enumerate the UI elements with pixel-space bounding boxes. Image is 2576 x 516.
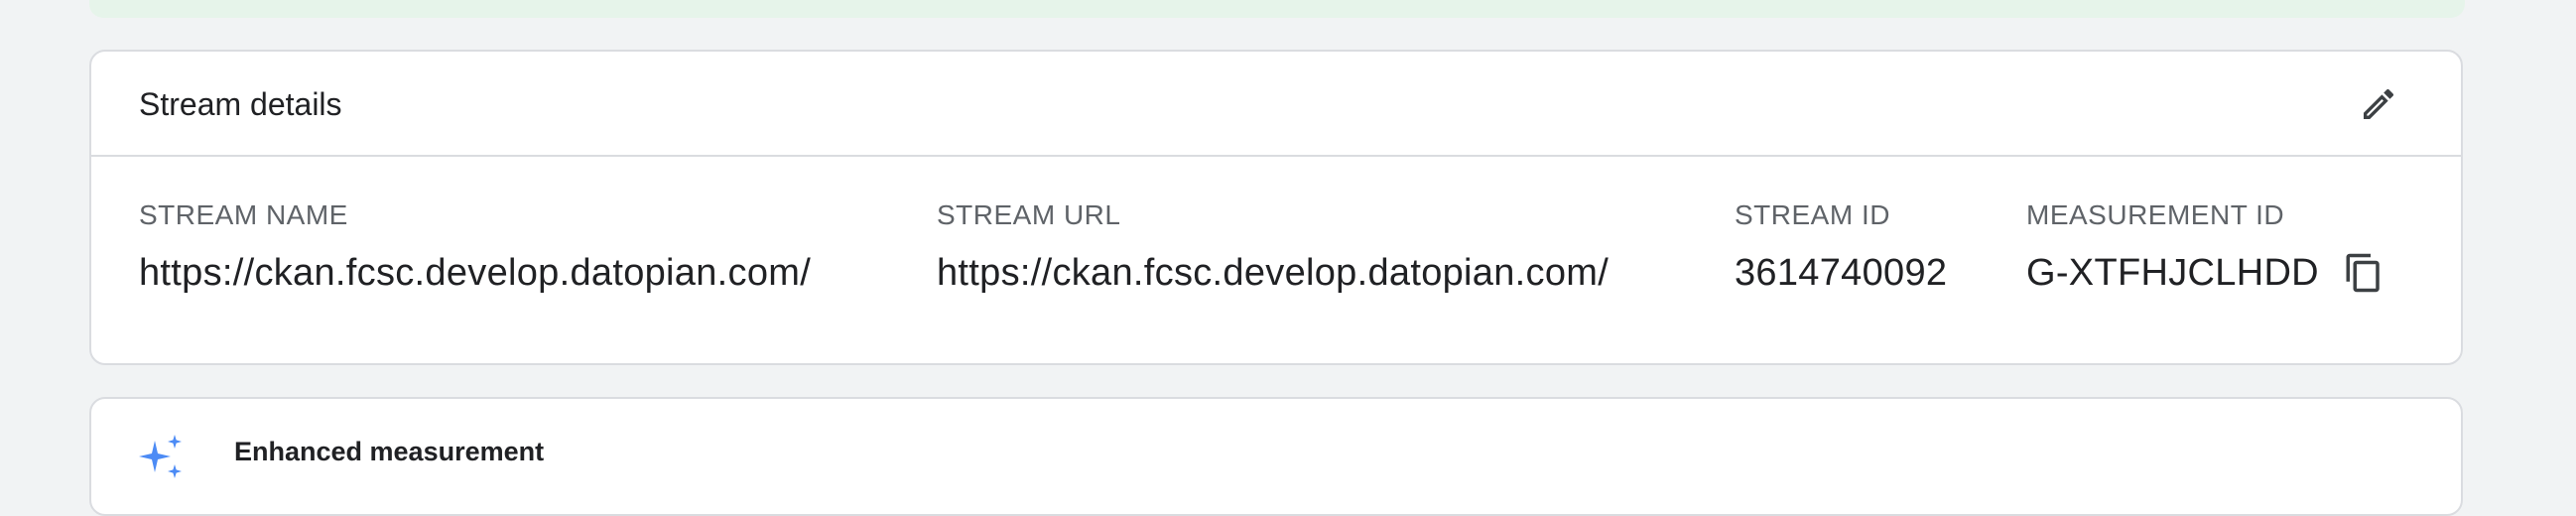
enhanced-measurement-card[interactable]: Enhanced measurement: [89, 397, 2463, 516]
stream-url-value: https://ckan.fcsc.develop.datopian.com/: [937, 252, 1610, 294]
stream-details-header: Stream details: [91, 52, 2461, 157]
edit-button[interactable]: [2352, 77, 2405, 131]
measurement-id-field: MEASUREMENT ID G-XTFHJCLHDD: [2026, 198, 2386, 296]
stream-url-field: STREAM URL https://ckan.fcsc.develop.dat…: [937, 198, 1609, 296]
stream-id-value: 3614740092: [1735, 252, 1948, 294]
stream-details-card: Stream details STREAM NAME https://ckan.…: [89, 50, 2463, 365]
measurement-id-value: G-XTFHJCLHDD: [2026, 252, 2319, 294]
stream-id-label: STREAM ID: [1735, 199, 1890, 230]
stream-name-label: STREAM NAME: [139, 199, 348, 230]
success-banner: [89, 0, 2465, 18]
stream-url-label: STREAM URL: [937, 199, 1121, 230]
enhanced-measurement-title: Enhanced measurement: [234, 437, 545, 466]
copy-icon: [2346, 253, 2380, 293]
pencil-icon: [2364, 88, 2394, 119]
sparkle-icon: [139, 435, 182, 478]
copy-measurement-id-button[interactable]: [2341, 250, 2386, 296]
measurement-id-label: MEASUREMENT ID: [2026, 199, 2285, 230]
card-title: Stream details: [139, 86, 342, 122]
stream-name-field: STREAM NAME https://ckan.fcsc.develop.da…: [139, 198, 811, 296]
stream-id-field: STREAM ID 3614740092: [1735, 198, 1947, 296]
stream-name-value: https://ckan.fcsc.develop.datopian.com/: [139, 252, 812, 294]
